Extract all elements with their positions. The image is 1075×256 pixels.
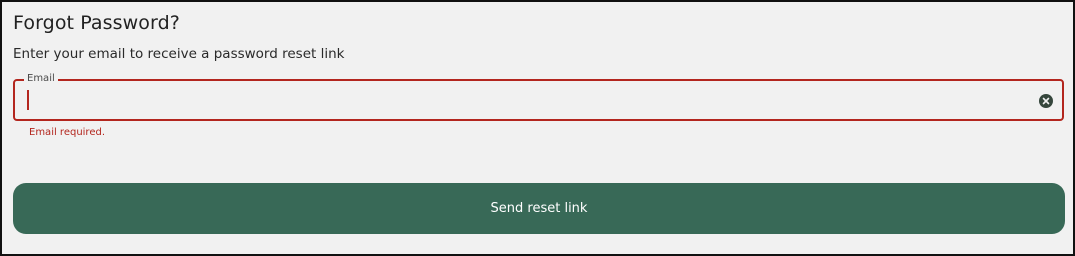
email-error-message: Email required. (29, 127, 106, 138)
page-subtitle: Enter your email to receive a password r… (13, 46, 345, 62)
text-cursor (27, 90, 29, 110)
send-reset-link-button[interactable]: Send reset link (13, 183, 1065, 234)
email-field-label: Email (24, 73, 58, 85)
email-input[interactable] (27, 87, 1017, 113)
forgot-password-form: Forgot Password? Enter your email to rec… (0, 0, 1075, 256)
email-field[interactable]: Email (13, 73, 1064, 121)
clear-icon[interactable] (1039, 94, 1053, 108)
page-title: Forgot Password? (13, 12, 180, 34)
